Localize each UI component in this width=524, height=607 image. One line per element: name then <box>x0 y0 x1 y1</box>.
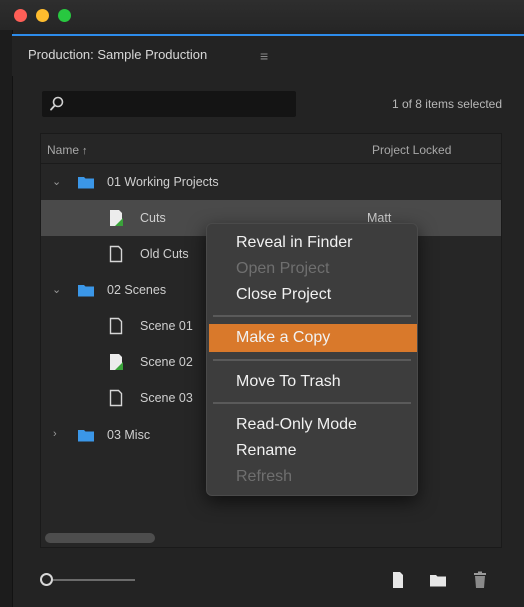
menu-item-label: Refresh <box>236 468 293 485</box>
folder-icon <box>78 285 94 297</box>
zoom-slider-track[interactable] <box>53 579 135 581</box>
menu-item-open-project: Open Project <box>207 256 417 282</box>
new-folder-icon[interactable] <box>428 570 448 590</box>
menu-item-label: Open Project <box>236 260 330 277</box>
selection-status: 1 of 8 items selected <box>391 97 502 111</box>
minimize-window-button[interactable] <box>36 9 49 22</box>
sort-arrow-icon: ↑ <box>82 145 88 157</box>
menu-item-read-only-mode[interactable]: Read-Only Mode <box>207 412 417 438</box>
menu-item-label: Close Project <box>236 286 332 303</box>
column-header: Name ↑ Project Locked <box>41 134 501 164</box>
panel-title: Production: Sample Production <box>28 47 208 62</box>
trash-icon[interactable] <box>470 570 490 590</box>
chevron-down-icon[interactable]: ⌄ <box>52 175 61 188</box>
tree-row-label: Cuts <box>140 211 166 225</box>
menu-item-label: Make a Copy <box>236 329 331 346</box>
menu-separator <box>213 402 411 404</box>
context-menu: Reveal in Finder Open Project Close Proj… <box>206 223 418 496</box>
project-file-icon <box>109 317 123 335</box>
zoom-window-button[interactable] <box>58 9 71 22</box>
tree-row-folder[interactable]: ⌄ 01 Working Projects <box>41 164 501 200</box>
tree-row-label: 03 Misc <box>107 428 151 442</box>
chevron-down-icon[interactable]: ⌄ <box>52 283 61 296</box>
new-project-icon[interactable] <box>388 570 408 590</box>
panel-footer <box>12 560 524 607</box>
open-project-icon <box>110 354 123 370</box>
folder-icon <box>78 430 94 442</box>
menu-item-reveal-in-finder[interactable]: Reveal in Finder <box>207 230 417 256</box>
tree-row-label: Scene 01 <box>140 319 193 333</box>
column-locked-header[interactable]: Project Locked <box>372 143 451 157</box>
tree-row-label: Scene 03 <box>140 391 193 405</box>
menu-item-label: Move To Trash <box>236 373 341 390</box>
menu-item-move-to-trash[interactable]: Move To Trash <box>207 369 417 395</box>
window-titlebar <box>0 0 524 30</box>
panel-header: Production: Sample Production ≡ <box>12 36 524 76</box>
menu-item-rename[interactable]: Rename <box>207 438 417 464</box>
menu-separator <box>213 359 411 361</box>
folder-icon <box>78 177 94 189</box>
open-project-icon <box>110 210 123 226</box>
tree-row-label: Scene 02 <box>140 355 193 369</box>
chevron-right-icon[interactable]: › <box>53 428 57 440</box>
tree-row-label: Old Cuts <box>140 247 189 261</box>
menu-item-label: Reveal in Finder <box>236 234 353 251</box>
tree-row-label: 02 Scenes <box>107 283 167 297</box>
zoom-slider-handle[interactable] <box>40 573 53 586</box>
menu-item-refresh: Refresh <box>207 464 417 490</box>
tree-row-label: 01 Working Projects <box>107 175 219 189</box>
menu-item-make-a-copy[interactable]: Make a Copy <box>209 324 417 352</box>
menu-item-close-project[interactable]: Close Project <box>207 282 417 308</box>
search-input[interactable] <box>42 91 296 117</box>
project-file-icon <box>109 245 123 263</box>
scrollbar-thumb[interactable] <box>45 533 155 543</box>
menu-item-label: Read-Only Mode <box>236 416 357 433</box>
menu-separator <box>213 315 411 317</box>
search-icon <box>50 96 64 111</box>
horizontal-scrollbar[interactable] <box>45 533 495 543</box>
menu-item-label: Rename <box>236 442 297 459</box>
hamburger-menu-icon[interactable]: ≡ <box>260 48 268 64</box>
close-window-button[interactable] <box>14 9 27 22</box>
column-name-header[interactable]: Name ↑ <box>47 143 88 157</box>
project-file-icon <box>109 389 123 407</box>
column-name-label: Name <box>47 143 80 157</box>
